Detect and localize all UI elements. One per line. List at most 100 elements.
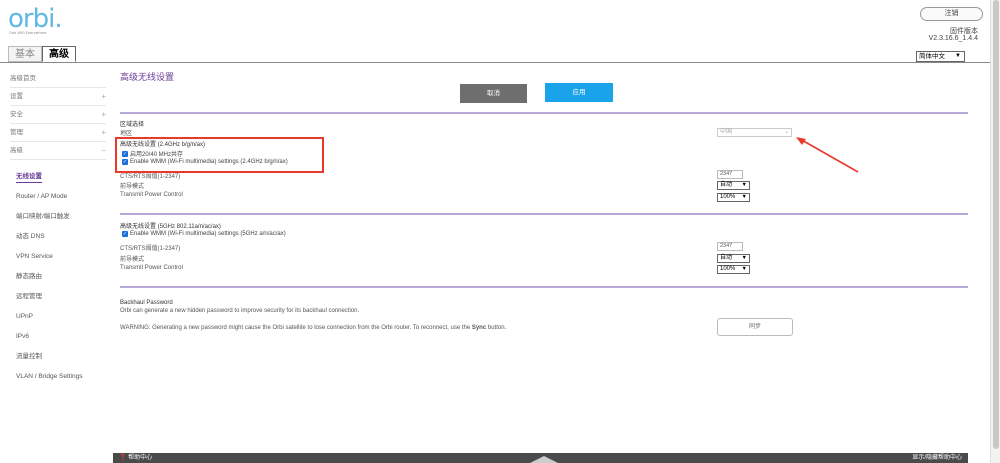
chevron-down-icon: ▼ — [741, 266, 747, 272]
orbi-logo: orbi. Orbi WiFi Everywhere — [8, 4, 63, 35]
section-divider — [120, 112, 968, 114]
expand-icon: + — [101, 92, 106, 101]
backhaul-warning: WARNING: Generating a new password might… — [120, 325, 506, 331]
logo-tagline: Orbi WiFi Everywhere — [9, 31, 47, 35]
band5-heading: 高级无线设置 (5GHz 802.11a/n/ac/ax) — [120, 224, 221, 230]
sidebar-subitem-label: 无线设置 — [16, 173, 42, 183]
power-5-label: Transmit Power Control — [120, 265, 183, 271]
expand-icon: + — [101, 128, 106, 137]
sidebar-subitem-label: 静态路由 — [16, 273, 42, 280]
warning-text: WARNING: Generating a new password might… — [120, 325, 472, 331]
sidebar-subitem-traffic-control[interactable]: 流量控制 — [10, 348, 106, 368]
wmm-5-label: Enable WMM (Wi-Fi multimedia) settings (… — [130, 231, 286, 237]
help-center-label[interactable]: ❓ 帮助中心 — [119, 453, 152, 463]
preamble-5-label: 前导模式 — [120, 257, 145, 263]
warning-text-end: button. — [486, 325, 507, 331]
tab-divider — [0, 62, 995, 63]
page-scrollbar[interactable] — [990, 0, 1000, 463]
chevron-down-icon: ▼ — [741, 255, 747, 261]
chevron-up-icon[interactable] — [530, 456, 558, 463]
main-panel: 高级无线设置 取消 应用 区域选择 地区 中国 ⌄ 高级无线设置 (2.4GHz… — [120, 70, 968, 336]
expand-icon: + — [101, 110, 106, 119]
rts-24-input[interactable]: 2347 — [717, 170, 743, 179]
sidebar-item-administration[interactable]: 管理 + — [10, 124, 106, 142]
sidebar-subitem-label: Router / AP Mode — [16, 193, 68, 200]
cancel-button[interactable]: 取消 — [460, 84, 527, 103]
preamble-5-value: 自动 — [720, 255, 733, 261]
sidebar-subitem-remote-management[interactable]: 远程管理 — [10, 288, 106, 308]
sidebar-subitem-static-routes[interactable]: 静态路由 — [10, 268, 106, 288]
section-divider — [120, 213, 968, 215]
sidebar-subitem-router-ap-mode[interactable]: Router / AP Mode — [10, 188, 106, 208]
sidebar-item-label: 管理 — [10, 129, 23, 136]
help-center-bar[interactable]: ❓ 帮助中心 显示/隐藏帮助中心 — [113, 453, 968, 463]
annotation-arrow-icon — [796, 137, 859, 173]
power-24-select[interactable]: 100% ▼ — [717, 193, 750, 202]
chevron-down-icon: ▼ — [955, 53, 961, 59]
tab-advanced[interactable]: 高级 — [42, 46, 76, 62]
section-divider — [120, 286, 968, 288]
page-title: 高级无线设置 — [120, 72, 175, 82]
sidebar-subitem-label: 动态 DNS — [16, 233, 45, 240]
rts-5-label: CTS/RTS阈值(1-2347) — [120, 246, 181, 252]
sync-keyword: Sync — [471, 325, 487, 331]
backhaul-description: Orbi can generate a new hidden password … — [120, 308, 360, 314]
sidebar-item-security[interactable]: 安全 + — [10, 106, 106, 124]
sidebar-subitem-ipv6[interactable]: IPv6 — [10, 328, 106, 348]
sidebar-item-label: 安全 — [10, 111, 23, 118]
region-label: 地区 — [120, 131, 133, 137]
sidebar-item-label: 高级 — [10, 147, 23, 154]
sidebar-subitem-label: 远程管理 — [16, 293, 42, 300]
sidebar-item-label: 高级首页 — [10, 75, 36, 82]
sidebar-subitem-label: VLAN / Bridge Settings — [16, 373, 83, 380]
sidebar-item-setup[interactable]: 设置 + — [10, 88, 106, 106]
sidebar: 高级首页 设置 + 安全 + 管理 + 高级 − 无线设置 Router / A… — [10, 70, 106, 388]
sidebar-subitem-upnp[interactable]: UPnP — [10, 308, 106, 328]
language-select[interactable]: 简体中文 ▼ — [916, 51, 965, 62]
power-5-value: 100% — [720, 266, 736, 272]
logo-text: orbi. — [8, 4, 63, 34]
firmware-version: V2.3.16.6_1.4.4 — [928, 35, 978, 42]
chevron-down-icon: ▼ — [741, 182, 747, 188]
help-center-text: 帮助中心 — [128, 455, 153, 461]
sidebar-subitem-port-forwarding[interactable]: 端口映射/端口触发 — [10, 208, 106, 228]
power-24-label: Transmit Power Control — [120, 192, 183, 198]
backhaul-heading: Backhaul Password — [120, 300, 173, 306]
checkbox-checked-icon[interactable]: ✓ — [122, 231, 128, 237]
sync-button[interactable]: 同步 — [717, 318, 793, 336]
region-section-title: 区域选择 — [120, 122, 145, 128]
sidebar-subitem-label: IPv6 — [16, 333, 30, 340]
sidebar-subitem-vlan-bridge[interactable]: VLAN / Bridge Settings — [10, 368, 106, 388]
power-24-value: 100% — [720, 194, 736, 200]
preamble-24-label: 前导模式 — [120, 184, 145, 190]
sidebar-subitem-dynamic-dns[interactable]: 动态 DNS — [10, 228, 106, 248]
sidebar-subitem-label: 流量控制 — [16, 353, 42, 360]
preamble-5-select[interactable]: 自动 ▼ — [717, 254, 750, 263]
sidebar-subitem-label: 端口映射/端口触发 — [16, 213, 70, 220]
mode-tabs: 基本 高级 — [8, 46, 76, 62]
region-value: 中国 — [720, 129, 733, 135]
preamble-24-select[interactable]: 自动 ▼ — [717, 181, 750, 190]
logout-button[interactable]: 注销 — [920, 7, 983, 21]
wmm-5-checkbox-row[interactable]: ✓ Enable WMM (Wi-Fi multimedia) settings… — [122, 231, 286, 237]
preamble-24-value: 自动 — [720, 182, 733, 188]
chevron-down-icon: ▼ — [741, 194, 747, 200]
sidebar-item-advanced[interactable]: 高级 − — [10, 142, 106, 160]
toggle-help-center[interactable]: 显示/隐藏帮助中心 — [912, 453, 962, 463]
sidebar-subitem-wireless-settings[interactable]: 无线设置 — [10, 168, 106, 188]
rts-5-input[interactable]: 2347 — [717, 242, 743, 251]
tab-basic[interactable]: 基本 — [8, 46, 42, 62]
region-select[interactable]: 中国 ⌄ — [717, 128, 792, 137]
sidebar-subitem-label: VPN Service — [16, 253, 53, 260]
apply-button[interactable]: 应用 — [545, 83, 613, 102]
language-value: 简体中文 — [919, 53, 945, 60]
sidebar-subitem-label: UPnP — [16, 313, 33, 320]
sidebar-subitem-vpn-service[interactable]: VPN Service — [10, 248, 106, 268]
collapse-icon: − — [101, 146, 106, 155]
highlight-annotation-box — [115, 137, 324, 173]
chevron-down-icon: ⌄ — [784, 129, 789, 135]
sidebar-item-advanced-home[interactable]: 高级首页 — [10, 70, 106, 88]
power-5-select[interactable]: 100% ▼ — [717, 265, 750, 274]
sidebar-item-label: 设置 — [10, 93, 23, 100]
scrollbar-thumb[interactable] — [993, 0, 999, 449]
